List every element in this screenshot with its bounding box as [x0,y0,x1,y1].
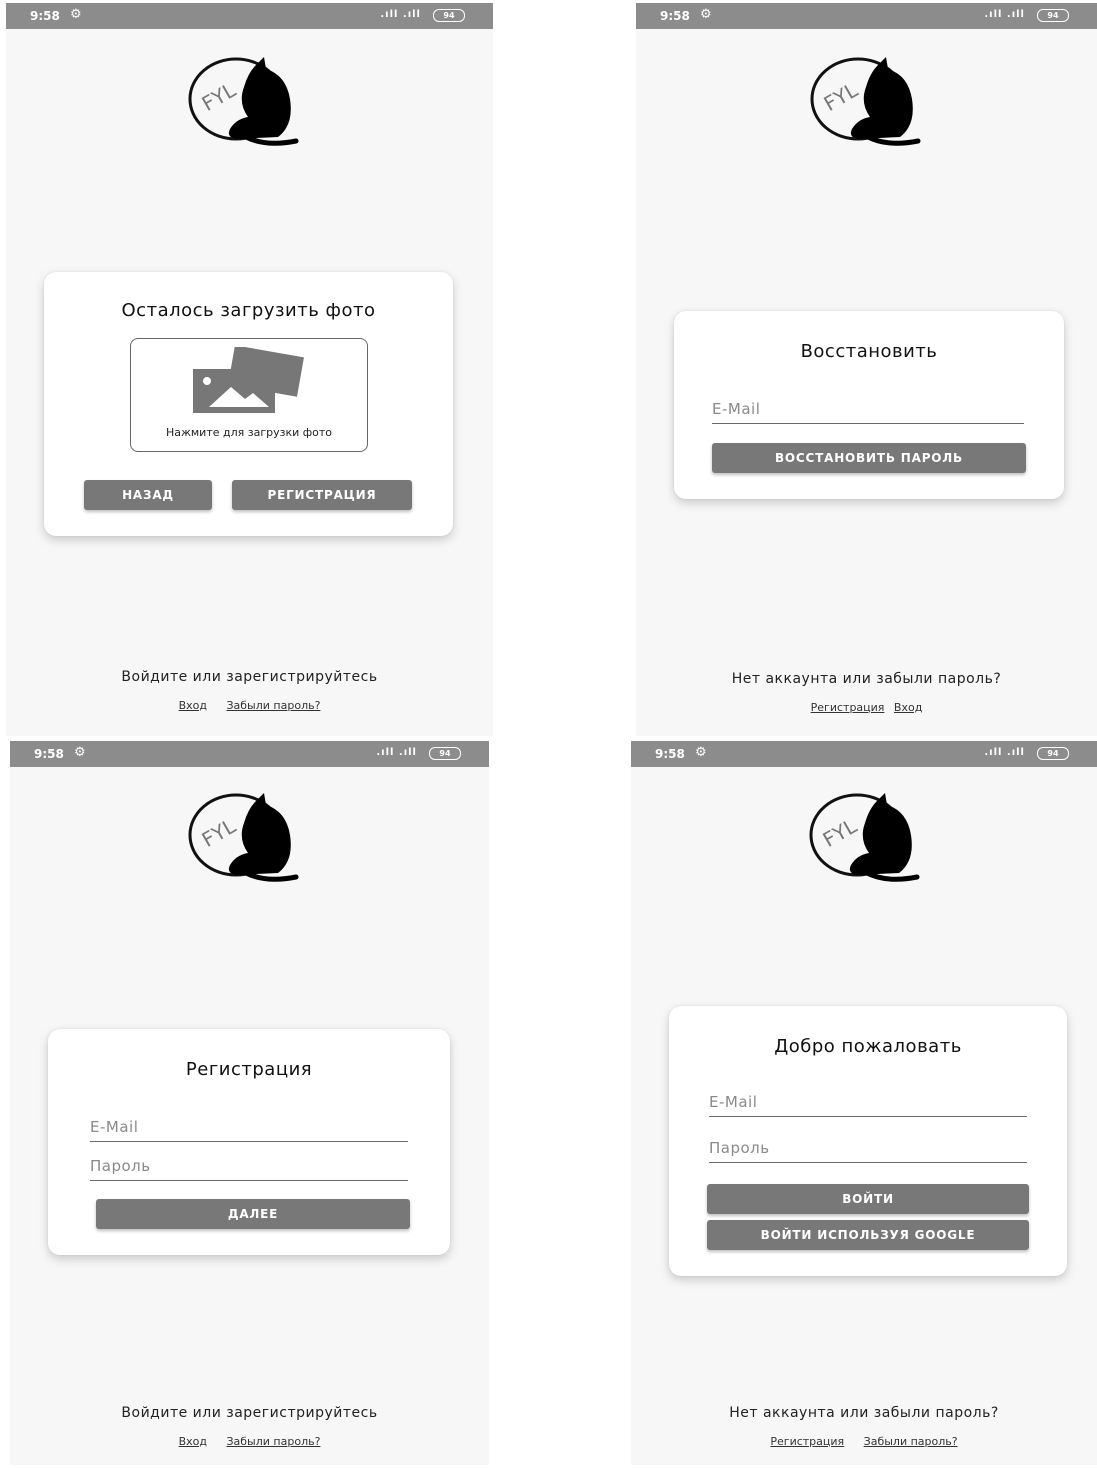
login-link[interactable]: Вход [179,699,207,712]
status-bar: 9:58 ⚙ .ıll .ıll 94 [631,741,1097,767]
upload-card: Осталось загрузить фото Нажмите для загр… [44,272,453,536]
register-button[interactable]: РЕГИСТРАЦИЯ [232,480,412,510]
battery-icon: 94 [1037,9,1069,22]
battery-icon: 94 [429,747,461,760]
screen-restore: 9:58 ⚙ .ıll .ıll 94 FYL Восстановить E-M… [636,3,1097,736]
restore-password-button[interactable]: ВОССТАНОВИТЬ ПАРОЛЬ [712,443,1026,473]
cat-logo-icon: FYL [188,793,299,882]
signal-icon: .ıll .ıll [376,747,417,758]
card-title: Добро пожаловать [774,1036,962,1057]
back-button[interactable]: НАЗАД [84,480,212,510]
register-link[interactable]: Регистрация [770,1435,844,1448]
card-title: Регистрация [185,1059,313,1080]
bottom-prompt: Нет аккаунта или забыли пароль? [731,671,1002,687]
signal-icon: .ıll .ıll [380,9,421,20]
forgot-password-link[interactable]: Забыли пароль? [226,1435,320,1448]
bottom-prompt: Нет аккаунта или забыли пароль? [729,1405,999,1421]
bottom-prompt: Войдите или зарегистрируйтесь [121,669,378,685]
photo-upload-area[interactable]: Нажмите для загрузки фото [130,338,368,452]
status-bar: 9:58 ⚙ .ıll .ıll 94 [636,3,1097,29]
next-button[interactable]: ДАЛЕЕ [96,1199,410,1229]
card-title: Восстановить [800,341,938,362]
logo-text: FYL [819,813,862,852]
login-button[interactable]: ВОЙТИ [707,1184,1029,1214]
login-link[interactable]: Вход [179,1435,207,1448]
status-time: 9:58 [660,9,690,23]
screen-upload-photo: 9:58 ⚙ .ıll .ıll 94 FYL Осталось загрузи… [6,3,493,736]
card-title: Осталось загрузить фото [121,300,376,321]
restore-card: Восстановить E-Mail ВОССТАНОВИТЬ ПАРОЛЬ [674,311,1064,499]
battery-icon: 94 [433,9,465,22]
cat-logo-icon: FYL [810,57,921,146]
login-link[interactable]: Вход [894,701,922,714]
bell-off-icon: ⚙ [74,745,86,760]
signal-icon: .ıll .ıll [984,9,1025,20]
email-field[interactable]: E-Mail [90,1113,408,1142]
register-link[interactable]: Регистрация [811,701,885,714]
screen-register: 9:58 ⚙ .ıll .ıll 94 FYL Регистрация E-Ma… [10,741,489,1465]
signal-icon: .ıll .ıll [984,747,1025,758]
email-field[interactable]: E-Mail [712,395,1024,424]
bottom-links: Вход Забыли пароль? [10,1435,489,1448]
register-card: Регистрация E-Mail Пароль ДАЛЕЕ [48,1029,450,1255]
status-time: 9:58 [30,9,60,23]
cat-logo-icon: FYL [188,57,299,146]
google-login-button[interactable]: ВОЙТИ ИСПОЛЬЗУЯ GOOGLE [707,1220,1029,1250]
status-time: 9:58 [655,747,685,761]
cat-logo-icon: FYL [809,793,920,882]
bell-off-icon: ⚙ [70,7,82,22]
bottom-links: Регистрация Вход [636,701,1097,714]
status-bar: 9:58 ⚙ .ıll .ıll 94 [10,741,489,767]
screen-login: 9:58 ⚙ .ıll .ıll 94 FYL Добро пожаловать… [631,741,1097,1465]
bottom-links: Регистрация Забыли пароль? [631,1435,1097,1448]
bell-off-icon: ⚙ [695,745,707,760]
bottom-prompt: Войдите или зарегистрируйтесь [121,1405,378,1421]
forgot-password-link[interactable]: Забыли пароль? [226,699,320,712]
battery-icon: 94 [1037,747,1069,760]
status-bar: 9:58 ⚙ .ıll .ıll 94 [6,3,493,29]
password-field[interactable]: Пароль [709,1134,1027,1163]
email-field[interactable]: E-Mail [709,1088,1027,1117]
logo-text: FYL [820,77,863,116]
logo-text: FYL [198,813,241,852]
login-card: Добро пожаловать E-Mail Пароль ВОЙТИ ВОЙ… [669,1006,1067,1276]
forgot-password-link[interactable]: Забыли пароль? [864,1435,958,1448]
status-time: 9:58 [34,747,64,761]
logo-text: FYL [198,77,241,116]
bell-off-icon: ⚙ [700,7,712,22]
password-field[interactable]: Пароль [90,1152,408,1181]
upload-caption: Нажмите для загрузки фото [165,426,333,439]
bottom-links: Вход Забыли пароль? [6,699,493,712]
image-icon [193,347,304,413]
